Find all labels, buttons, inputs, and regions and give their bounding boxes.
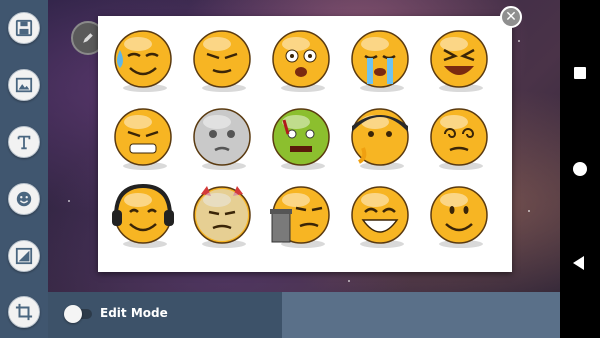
squint-wink-icon xyxy=(193,30,251,92)
sticker-smile[interactable] xyxy=(424,182,494,252)
sticker-grimace[interactable] xyxy=(108,104,178,174)
edit-mode-label: Edit Mode xyxy=(100,306,168,320)
sticker-shocked[interactable] xyxy=(266,26,336,96)
circle-icon[interactable] xyxy=(573,162,587,176)
masked-drool-icon xyxy=(351,108,409,170)
sticker-big-grin[interactable] xyxy=(345,182,415,252)
floppy-disk-icon xyxy=(15,19,33,37)
sticker-ghost-grey[interactable] xyxy=(187,104,257,174)
sticker-laughing-xd[interactable] xyxy=(424,26,494,96)
sticker-grid xyxy=(98,16,512,272)
crying-icon xyxy=(351,30,409,92)
pencil-icon xyxy=(83,33,93,43)
sticker-sweat-smile[interactable] xyxy=(108,26,178,96)
headphones-icon xyxy=(112,183,174,248)
text-button[interactable] xyxy=(8,126,40,158)
bottom-panel xyxy=(282,292,560,338)
sticker-devil-bandaged[interactable] xyxy=(187,182,257,252)
zombie-green-icon xyxy=(272,108,330,170)
back-triangle-icon[interactable] xyxy=(573,256,584,270)
sweat-smile-icon xyxy=(114,30,172,92)
crop-icon xyxy=(15,303,33,321)
shocked-icon xyxy=(272,30,330,92)
frame-icon xyxy=(15,247,33,265)
sticker-headphones[interactable] xyxy=(108,182,178,252)
close-button[interactable]: ✕ xyxy=(500,6,522,28)
big-grin-icon xyxy=(351,186,409,248)
devil-bandaged-icon xyxy=(193,186,251,248)
frame-button[interactable] xyxy=(8,240,40,272)
image-icon xyxy=(15,77,33,93)
smile-icon xyxy=(430,186,488,248)
close-icon: ✕ xyxy=(505,9,517,25)
sticker-trash-can[interactable] xyxy=(266,182,336,252)
sticker-button[interactable] xyxy=(8,183,40,215)
sticker-zombie-green[interactable] xyxy=(266,104,336,174)
save-button[interactable] xyxy=(8,12,40,44)
sticker-squint-wink[interactable] xyxy=(187,26,257,96)
crop-button[interactable] xyxy=(8,296,40,328)
square-icon[interactable] xyxy=(574,67,586,79)
left-toolbar xyxy=(0,0,48,338)
sticker-dizzy[interactable] xyxy=(424,104,494,174)
edit-mode-toggle[interactable] xyxy=(64,305,82,323)
image-button[interactable] xyxy=(8,69,40,101)
grimace-icon xyxy=(114,108,172,170)
dizzy-icon xyxy=(430,108,488,170)
laughing-xd-icon xyxy=(430,30,488,92)
sticker-crying[interactable] xyxy=(345,26,415,96)
ghost-grey-icon xyxy=(193,108,251,170)
trash-can-icon xyxy=(270,186,330,248)
sticker-masked-drool[interactable] xyxy=(345,104,415,174)
text-icon xyxy=(17,135,31,150)
smiley-icon xyxy=(16,191,32,207)
sticker-picker xyxy=(98,16,512,272)
